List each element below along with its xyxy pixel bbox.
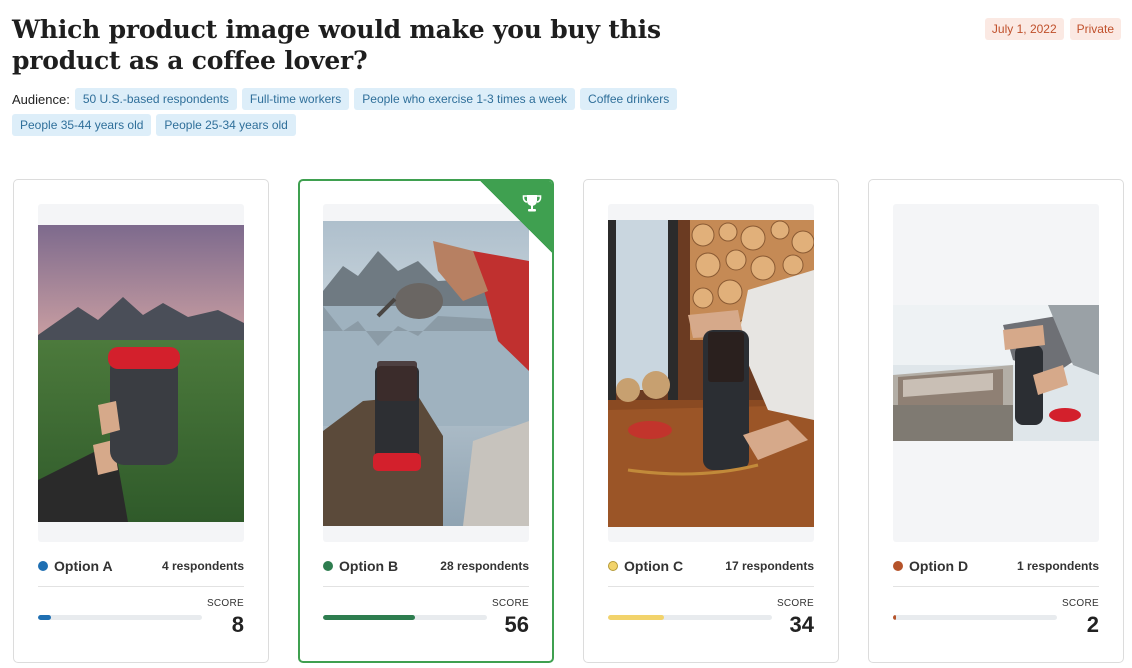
option-card-c[interactable]: Option C 17 respondents SCORE 34	[583, 179, 839, 663]
respondent-count: 4 respondents	[161, 559, 244, 573]
option-image-frame	[323, 204, 529, 542]
audience-tag: 50 U.S.-based respondents	[74, 88, 237, 110]
winner-ribbon	[480, 181, 552, 253]
audience-tag: People 25-34 years old	[156, 114, 296, 136]
option-color-dot	[38, 561, 48, 571]
score-label: SCORE	[491, 598, 529, 609]
option-name: Option A	[54, 558, 113, 574]
score-bar	[38, 615, 202, 620]
score-bar-fill	[893, 615, 897, 620]
divider	[608, 586, 814, 587]
option-a-photo[interactable]	[38, 225, 244, 522]
score-value: 34	[789, 612, 814, 637]
respondent-count: 1 respondents	[1016, 559, 1099, 573]
score-value: 2	[1086, 612, 1099, 637]
score-bar-fill	[608, 615, 664, 620]
option-label: Option D	[893, 558, 968, 574]
survey-meta: July 1, 2022 Private	[984, 18, 1121, 40]
option-color-dot	[608, 561, 618, 571]
score-bar-fill	[38, 615, 52, 620]
option-color-dot	[893, 561, 903, 571]
score-value: 8	[231, 612, 244, 637]
option-card-d[interactable]: Option D 1 respondents SCORE 2	[868, 179, 1124, 663]
audience-tag: Full-time workers	[241, 88, 350, 110]
audience-label: Audience:	[12, 91, 70, 107]
option-name: Option B	[339, 558, 399, 574]
option-name: Option D	[909, 558, 969, 574]
audience-tag: Coffee drinkers	[580, 88, 678, 110]
score-label: SCORE	[206, 598, 244, 609]
option-name: Option C	[624, 558, 684, 574]
option-c-photo[interactable]	[608, 220, 814, 527]
score-label: SCORE	[1061, 598, 1099, 609]
score-bar	[893, 615, 1057, 620]
option-card-a[interactable]: Option A 4 respondents SCORE 8	[13, 179, 269, 663]
option-label: Option B	[323, 558, 398, 574]
score-value: 56	[504, 612, 529, 637]
option-label: Option C	[608, 558, 683, 574]
option-image-frame	[608, 204, 814, 542]
divider	[38, 586, 244, 587]
option-b-photo[interactable]	[323, 221, 529, 526]
option-image-frame	[893, 204, 1099, 542]
divider	[893, 586, 1099, 587]
option-label: Option A	[38, 558, 113, 574]
option-image-frame	[38, 204, 244, 542]
respondent-count: 28 respondents	[440, 559, 529, 573]
respondent-count: 17 respondents	[725, 559, 814, 573]
trophy-icon	[522, 195, 542, 212]
option-color-dot	[323, 561, 333, 571]
score-bar	[323, 615, 487, 620]
score-bar-fill	[323, 615, 415, 620]
score-bar	[608, 615, 772, 620]
audience-tag: People who exercise 1-3 times a week	[354, 88, 576, 110]
audience-section: Audience: 50 U.S.-based respondents Full…	[12, 88, 712, 140]
option-card-b[interactable]: Option B 28 respondents SCORE 56	[298, 179, 554, 663]
visibility-badge[interactable]: Private	[1069, 18, 1121, 40]
audience-tag: People 35-44 years old	[12, 114, 152, 136]
score-label: SCORE	[776, 598, 814, 609]
date-badge: July 1, 2022	[984, 18, 1064, 40]
option-d-photo[interactable]	[893, 305, 1099, 441]
divider	[323, 586, 529, 587]
survey-question: Which product image would make you buy t…	[12, 15, 661, 75]
